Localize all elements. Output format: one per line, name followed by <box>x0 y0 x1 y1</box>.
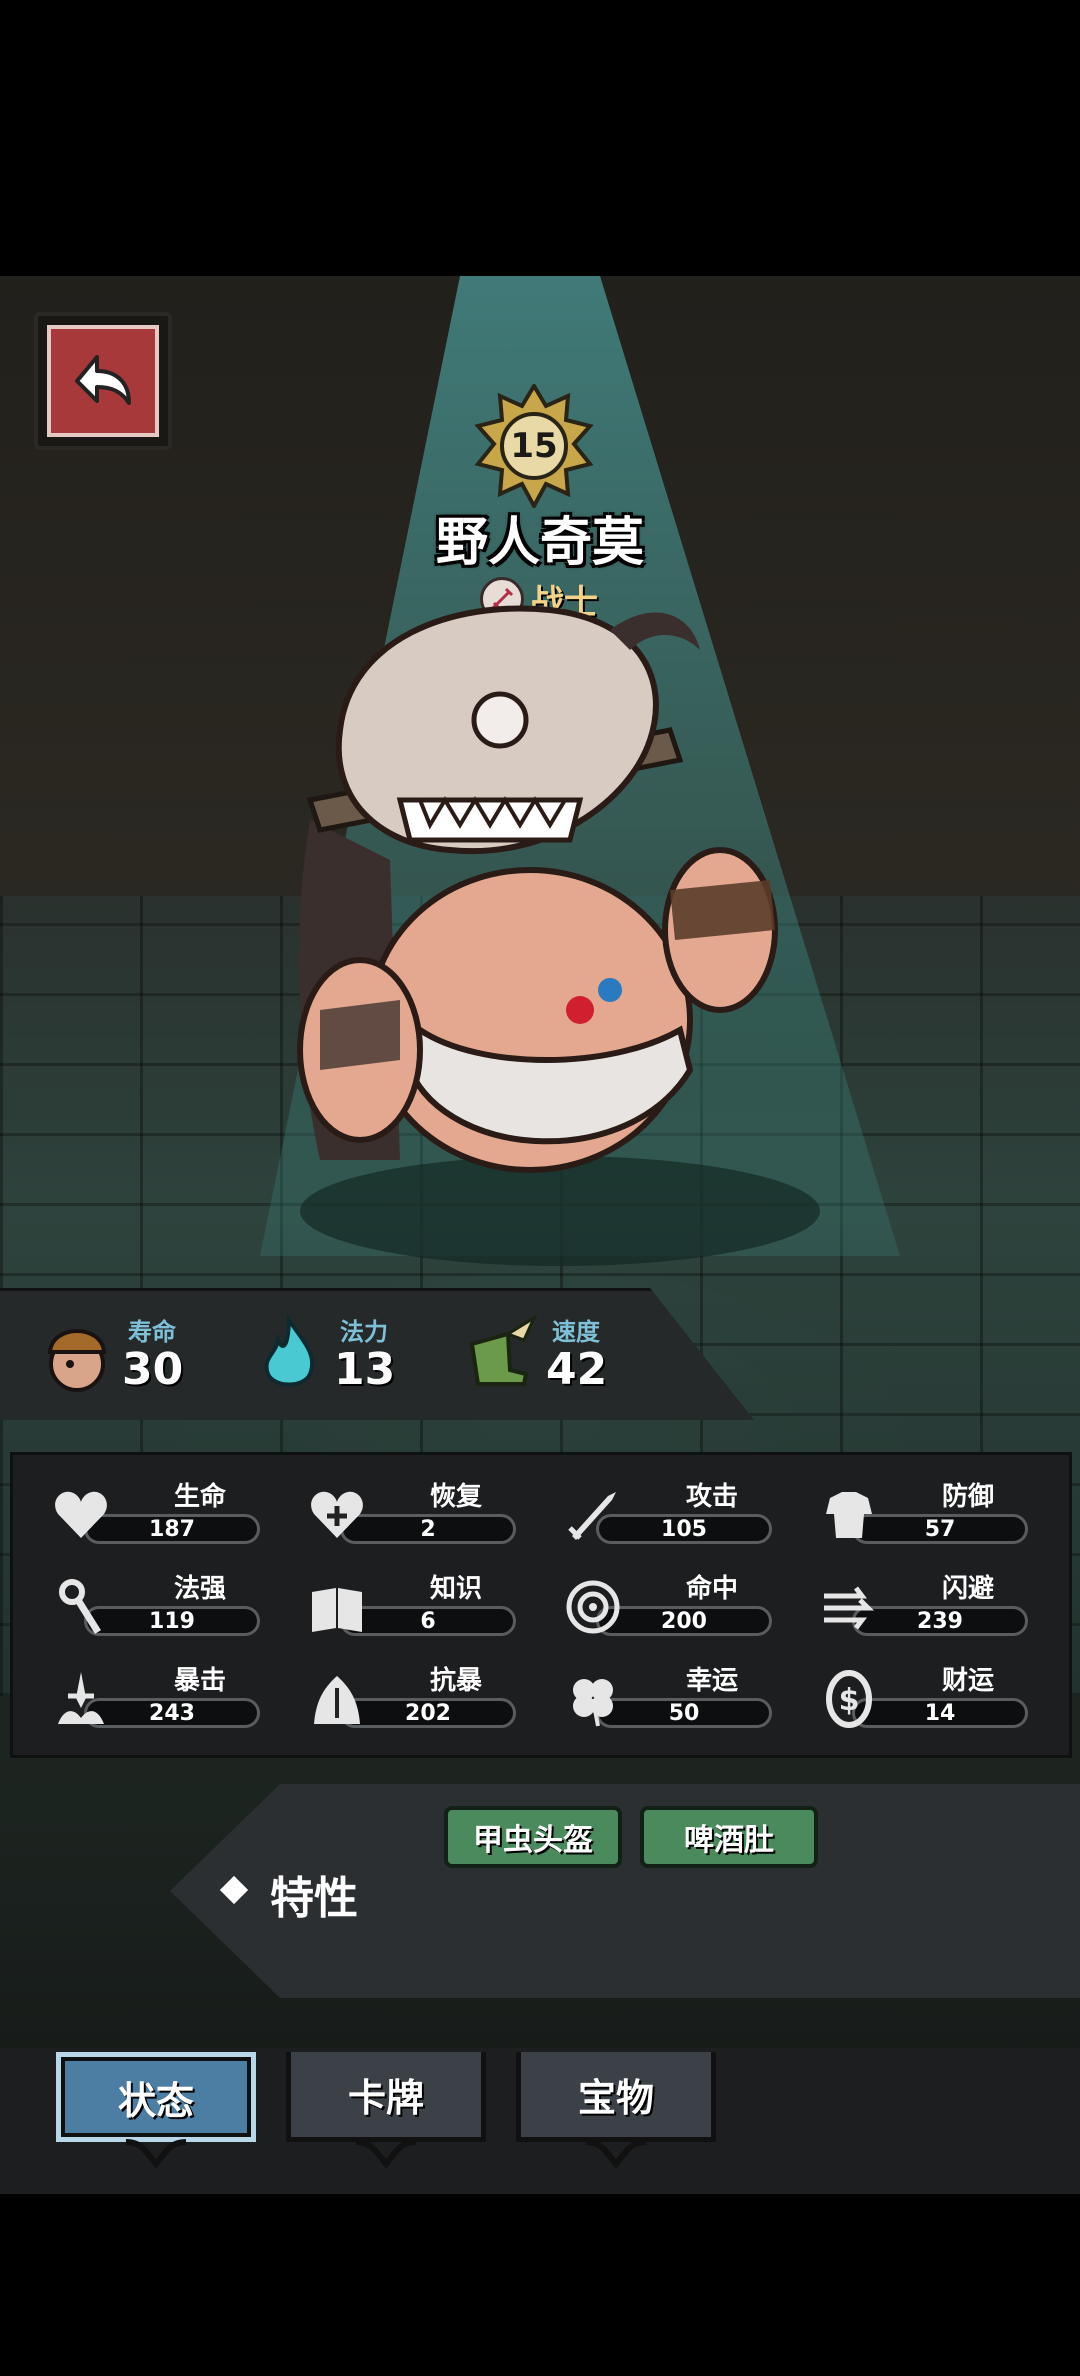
stat-value: 200 <box>661 1608 707 1634</box>
attr-value: 30 <box>122 1344 184 1395</box>
trait-tag-beetle-helmet[interactable]: 甲虫头盔 <box>444 1806 622 1868</box>
stat-value: 2 <box>420 1516 436 1542</box>
crit-dagger-icon <box>50 1668 112 1730</box>
stat-9[interactable]: 202 抗暴 <box>296 1654 526 1738</box>
stat-label: 抗暴 <box>429 1666 482 1696</box>
stat-label: 法强 <box>173 1574 226 1604</box>
stat-label: 闪避 <box>941 1574 994 1604</box>
stat-label: 攻击 <box>685 1482 738 1512</box>
coin-icon: $ <box>818 1668 880 1730</box>
stat-label: 生命 <box>173 1482 226 1512</box>
stat-7[interactable]: 239 闪避 <box>808 1562 1038 1646</box>
stat-value: 202 <box>405 1700 451 1726</box>
trait-tag-beer-belly[interactable]: 啤酒肚 <box>640 1806 818 1868</box>
heart-plus-icon <box>306 1484 368 1546</box>
stat-label: 暴击 <box>173 1666 226 1696</box>
dodge-arrows-icon <box>818 1576 880 1638</box>
stat-4[interactable]: 119 法强 <box>40 1562 270 1646</box>
stat-value: 57 <box>924 1516 956 1542</box>
tab-label: 宝物 <box>516 2052 716 2142</box>
stat-label: 防御 <box>941 1482 994 1512</box>
stat-value: 239 <box>917 1608 963 1634</box>
stat-value: 6 <box>420 1608 436 1634</box>
attr-label: 速度 <box>552 1318 600 1346</box>
helmet-portrait-icon <box>47 1329 107 1392</box>
tab-status[interactable]: 状态 <box>56 2052 256 2168</box>
hero-character-portrait[interactable] <box>250 600 850 1190</box>
clover-icon <box>562 1668 624 1730</box>
stat-label: 命中 <box>685 1574 738 1604</box>
stat-8[interactable]: 243 暴击 <box>40 1654 270 1738</box>
stat-label: 幸运 <box>685 1666 738 1696</box>
heart-icon <box>50 1484 112 1546</box>
back-arrow-icon <box>47 325 159 437</box>
stat-value: 243 <box>149 1700 195 1726</box>
target-icon <box>562 1576 624 1638</box>
stat-label: 恢复 <box>429 1482 482 1512</box>
book-icon <box>306 1576 368 1638</box>
winged-boot-icon <box>469 1314 538 1386</box>
stat-0[interactable]: 187 生命 <box>40 1470 270 1554</box>
stat-1[interactable]: 2 恢复 <box>296 1470 526 1554</box>
stat-label: 财运 <box>941 1666 994 1696</box>
stat-11[interactable]: 14 $ 财运 <box>808 1654 1038 1738</box>
stat-5[interactable]: 6 知识 <box>296 1562 526 1646</box>
tab-ornament-icon <box>356 2139 416 2168</box>
armor-icon <box>818 1484 880 1546</box>
stat-2[interactable]: 105 攻击 <box>552 1470 782 1554</box>
stat-3[interactable]: 57 防御 <box>808 1470 1038 1554</box>
hero-level: 15 <box>510 426 558 466</box>
level-badge: 15 <box>472 382 596 511</box>
stat-10[interactable]: 50 幸运 <box>552 1654 782 1738</box>
sword-icon <box>562 1484 624 1546</box>
stat-value: 14 <box>924 1700 956 1726</box>
attr-label: 寿命 <box>128 1318 176 1346</box>
attr-value: 13 <box>334 1344 396 1395</box>
attr-value: 42 <box>546 1344 608 1395</box>
stat-6[interactable]: 200 命中 <box>552 1562 782 1646</box>
stat-value: 50 <box>668 1700 700 1726</box>
stat-value: 119 <box>149 1608 195 1634</box>
svg-text:$: $ <box>839 1683 860 1718</box>
tab-label: 状态 <box>56 2052 256 2142</box>
stat-value: 187 <box>149 1516 195 1542</box>
tab-label: 卡牌 <box>286 2052 486 2142</box>
tab-treasures[interactable]: 宝物 <box>516 2052 716 2168</box>
tab-cards[interactable]: 卡牌 <box>286 2052 486 2168</box>
hero-name: 野人奇莫 <box>435 513 644 573</box>
traits-title: 特性 <box>270 1873 358 1924</box>
stat-value: 105 <box>661 1516 707 1542</box>
staff-icon <box>50 1576 112 1638</box>
shield-crest-icon <box>306 1668 368 1730</box>
stat-label: 知识 <box>429 1574 482 1604</box>
back-button[interactable] <box>34 312 172 450</box>
attr-label: 法力 <box>340 1318 388 1346</box>
tab-ornament-icon <box>126 2139 186 2168</box>
tab-ornament-icon <box>586 2139 646 2168</box>
blue-flame-icon <box>264 1314 315 1387</box>
